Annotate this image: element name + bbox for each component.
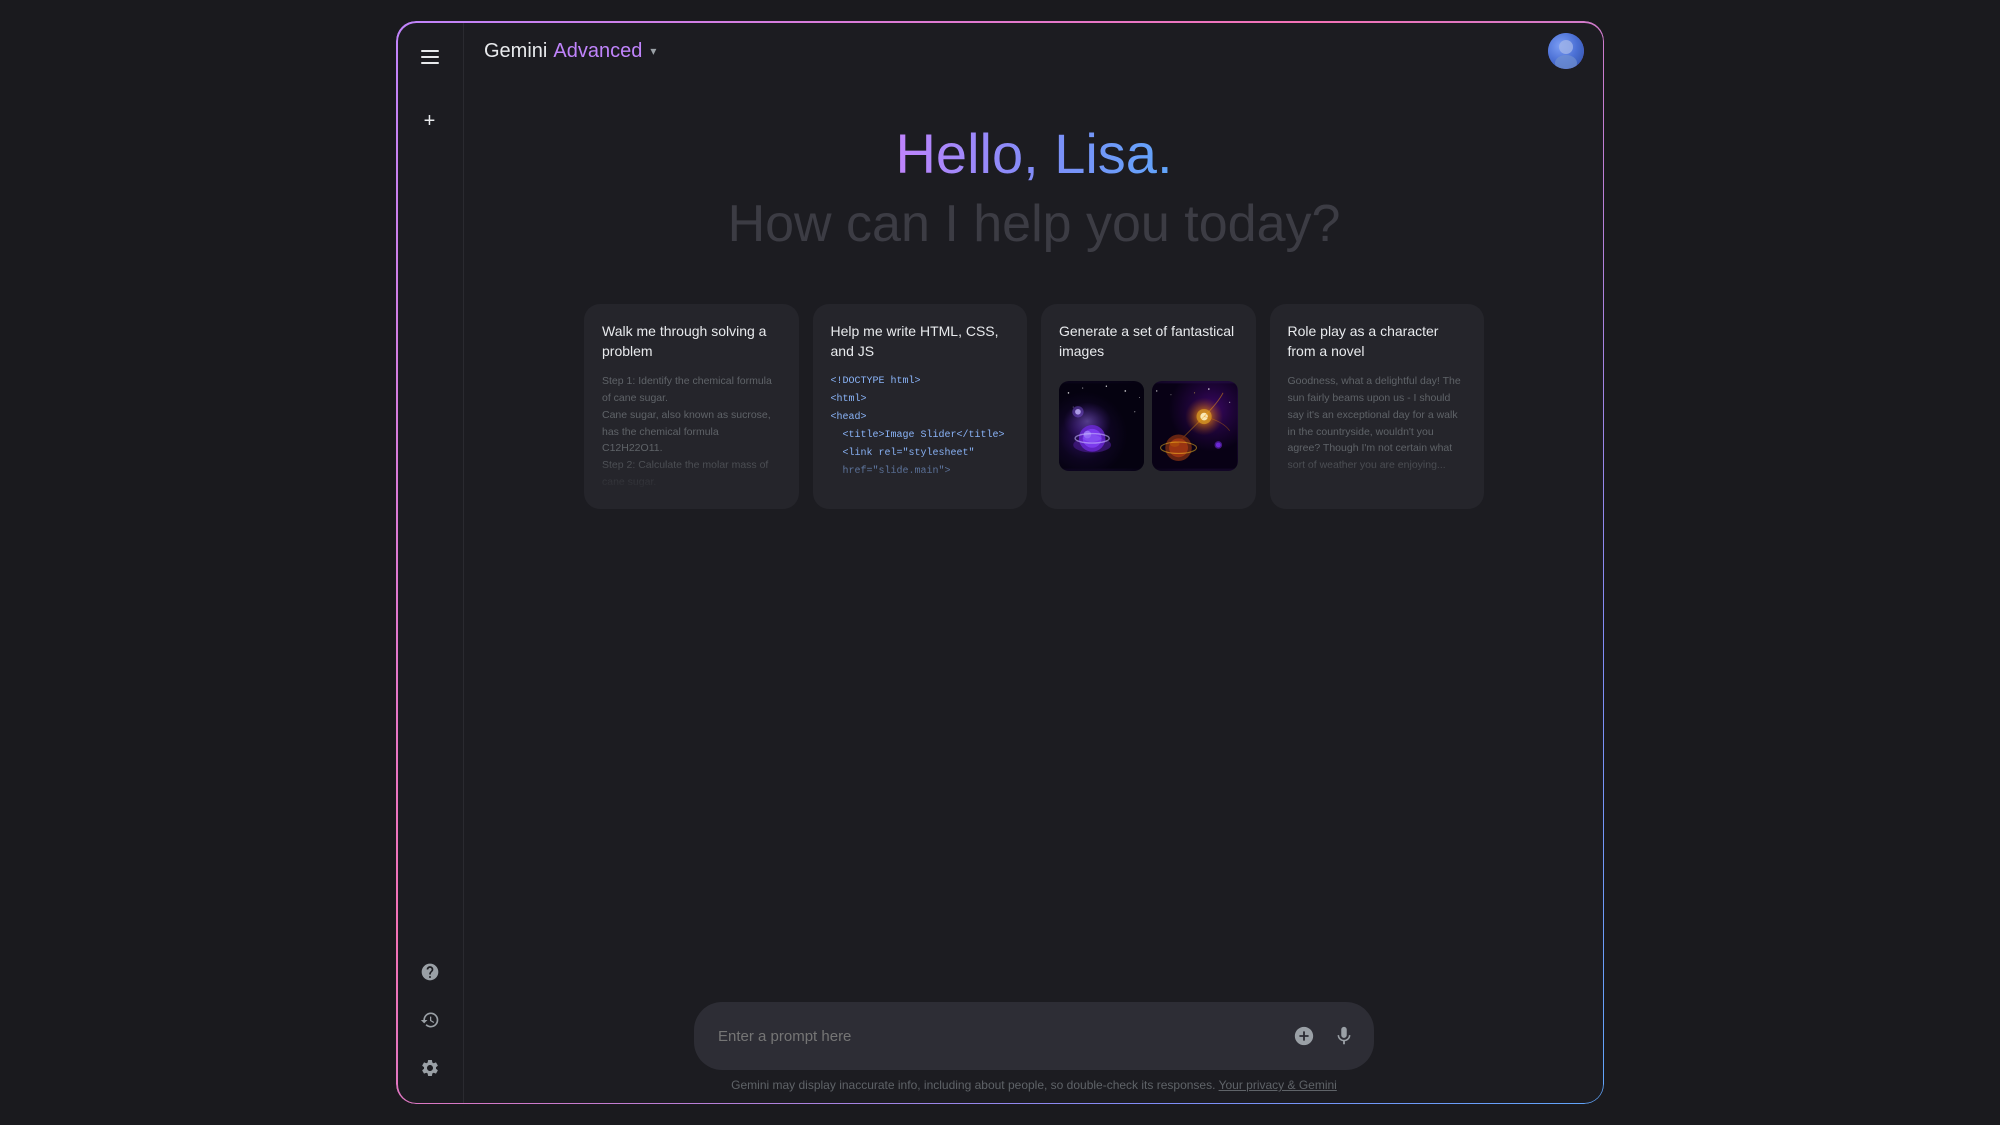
disclaimer-text: Gemini may display inaccurate info, incl… <box>731 1078 1215 1092</box>
card-problem-preview: Step 1: Identify the chemical formula of… <box>602 373 781 491</box>
input-area: Gemini may display inaccurate info, incl… <box>464 982 1604 1104</box>
app-container: + Gemini Adv <box>395 20 1605 1105</box>
menu-button[interactable] <box>410 37 450 77</box>
avatar[interactable] <box>1548 33 1584 69</box>
activity-button[interactable] <box>410 1000 450 1040</box>
help-icon <box>420 962 440 982</box>
mic-icon <box>1333 1025 1355 1047</box>
hamburger-icon <box>421 50 439 64</box>
card-images-container <box>1059 381 1238 471</box>
plus-icon: + <box>424 111 436 131</box>
gemini-label: Gemini <box>484 40 547 63</box>
card-problem-title: Walk me through solving a problem <box>602 322 781 361</box>
history-icon <box>420 1010 440 1030</box>
card-roleplay-preview: Goodness, what a delightful day! The sun… <box>1288 373 1467 491</box>
new-chat-button[interactable]: + <box>410 101 450 141</box>
fantasy-svg-2 <box>1152 381 1237 471</box>
card-images-title: Generate a set of fantastical images <box>1059 322 1238 361</box>
card-images[interactable]: Generate a set of fantastical images <box>1041 304 1256 509</box>
sidebar: + <box>396 21 464 1104</box>
fantasy-image-1 <box>1059 381 1144 471</box>
fantasy-image-2 <box>1152 381 1237 471</box>
fantasy-svg-1 <box>1059 381 1144 471</box>
disclaimer: Gemini may display inaccurate info, incl… <box>731 1078 1337 1092</box>
hero-section: Hello, Lisa. How can I help you today? W… <box>464 81 1604 982</box>
card-code-preview: <!DOCTYPE html> <html> <head> <title>Ima… <box>831 373 1010 491</box>
greeting-subtext: How can I help you today? <box>728 194 1341 254</box>
card-roleplay-title: Role play as a character from a novel <box>1288 322 1467 361</box>
greeting-hello: Hello, Lisa. <box>895 121 1172 186</box>
card-problem[interactable]: Walk me through solving a problem Step 1… <box>584 304 799 509</box>
card-code-title: Help me write HTML, CSS, and JS <box>831 322 1010 361</box>
header: Gemini Advanced ▾ <box>464 21 1604 81</box>
voice-button[interactable] <box>1326 1018 1362 1054</box>
card-code[interactable]: Help me write HTML, CSS, and JS <!DOCTYP… <box>813 304 1028 509</box>
add-content-button[interactable] <box>1286 1018 1322 1054</box>
settings-icon <box>420 1058 440 1078</box>
sidebar-bottom <box>410 952 450 1088</box>
card-roleplay[interactable]: Role play as a character from a novel Go… <box>1270 304 1485 509</box>
plus-circle-icon <box>1293 1025 1315 1047</box>
prompt-input[interactable] <box>718 1028 1278 1045</box>
dropdown-arrow-icon: ▾ <box>650 44 656 58</box>
avatar-image <box>1548 33 1584 69</box>
input-actions <box>1286 1018 1362 1054</box>
settings-button[interactable] <box>410 1048 450 1088</box>
header-title[interactable]: Gemini Advanced ▾ <box>484 40 656 63</box>
avatar-inner <box>1548 33 1584 69</box>
advanced-label: Advanced <box>553 40 642 63</box>
privacy-link[interactable]: Your privacy & Gemini <box>1219 1078 1337 1092</box>
prompt-input-container <box>694 1002 1374 1070</box>
suggestion-cards-row: Walk me through solving a problem Step 1… <box>584 304 1484 509</box>
main-content: Gemini Advanced ▾ Hello, Lisa. How can I… <box>464 21 1604 1104</box>
help-button[interactable] <box>410 952 450 992</box>
